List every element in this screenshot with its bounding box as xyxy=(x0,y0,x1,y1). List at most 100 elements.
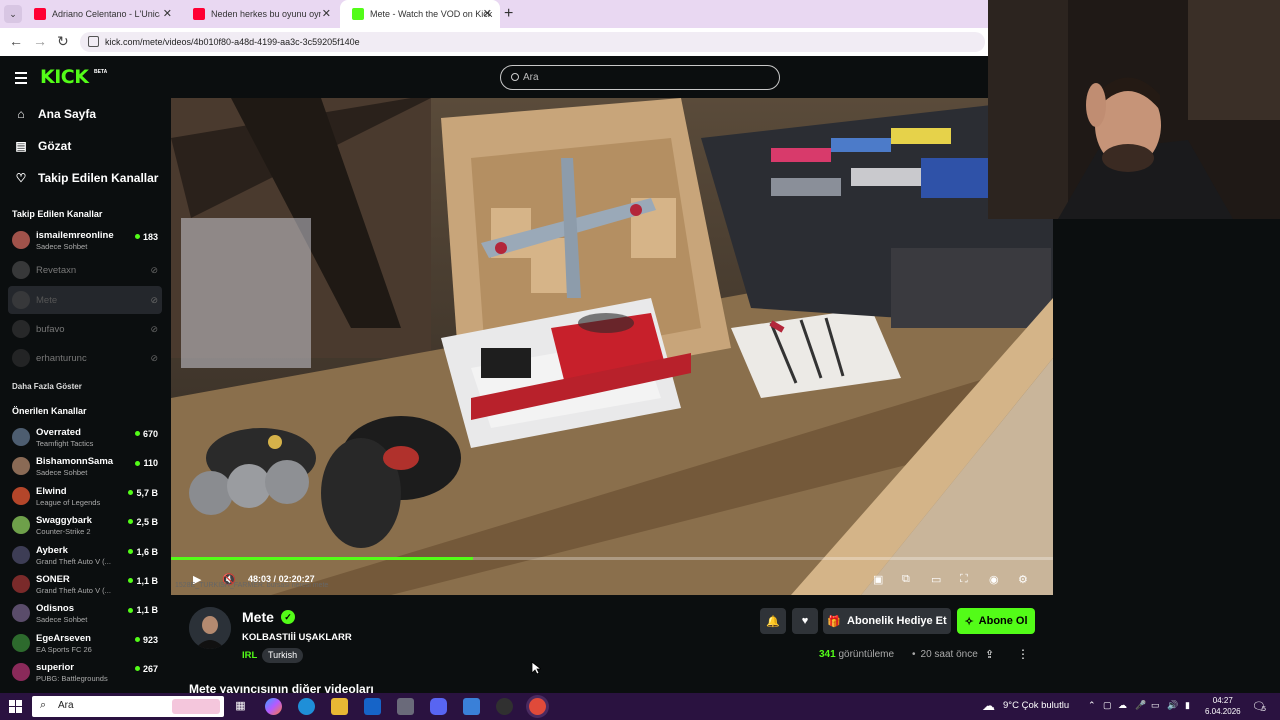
taskbar-clock[interactable]: 04:27 6.04.2026 xyxy=(1205,695,1241,717)
sidebar-channel-recommended[interactable]: BishamonnSama Sadece Sohbet 110 xyxy=(8,452,162,480)
channel-name: Mete xyxy=(36,295,58,306)
nav-following[interactable]: ♡ Takip Edilen Kanallar xyxy=(14,171,159,185)
channel-name: ismailemreonline xyxy=(36,230,114,241)
url-field[interactable]: kick.com/mete/videos/4b010f80-a48d-4199-… xyxy=(80,32,985,52)
more-options-icon[interactable]: ⋮ xyxy=(1017,647,1029,661)
site-header xyxy=(0,56,988,98)
sidebar-channel-mete-selected[interactable]: Mete ⊘ xyxy=(8,286,162,314)
gift-subscription-button[interactable]: 🎁 Abonelik Hediye Et xyxy=(823,608,951,634)
app-icon[interactable] xyxy=(463,698,480,715)
search-input[interactable]: Ara xyxy=(500,65,780,90)
playback-speed-icon[interactable]: ◉ xyxy=(989,573,999,586)
sidebar-channel-ismailemreonline[interactable]: ismailemreonline Sadece Sohbet 183 xyxy=(8,226,162,254)
sidebar-channel-recommended[interactable]: EgeArseven EA Sports FC 26 923 xyxy=(8,629,162,657)
theater-mode-icon[interactable]: ▭ xyxy=(931,573,941,586)
new-tab-plus-icon[interactable]: + xyxy=(504,5,513,23)
share-icon[interactable]: ⇪ xyxy=(985,648,994,661)
menu-hamburger-icon[interactable] xyxy=(15,72,27,87)
sidebar-channel-recommended[interactable]: Ayberk Grand Theft Auto V (... 1,6 B xyxy=(8,541,162,569)
site-info-icon[interactable] xyxy=(88,36,99,47)
video-frame-image xyxy=(171,98,1053,595)
category-link[interactable]: IRL xyxy=(242,650,257,661)
miniplayer-icon[interactable]: ▣ xyxy=(873,573,883,586)
channel-avatar[interactable] xyxy=(189,607,231,649)
taskbar-search-box[interactable]: ⌕ Ara xyxy=(32,696,224,717)
sidebar-channel-bufavo[interactable]: bufavo ⊘ xyxy=(8,315,162,343)
language-tag[interactable]: Turkish xyxy=(262,648,304,663)
sidebar-channel-revetaxn[interactable]: Revetaxn ⊘ xyxy=(8,256,162,284)
search-icon xyxy=(511,73,519,81)
close-tab-icon[interactable]: ✕ xyxy=(322,7,331,20)
video-player[interactable] xyxy=(171,98,1053,595)
viewer-count-text: 670 xyxy=(142,429,158,439)
close-tab-icon[interactable]: ✕ xyxy=(483,7,492,20)
edge-browser-icon[interactable] xyxy=(298,698,315,715)
avatar xyxy=(12,320,30,338)
tray-network-icon[interactable]: ▭ xyxy=(1151,700,1160,711)
browser-tab-2[interactable]: Neden herkes bu oyunu oynam ✕ xyxy=(181,0,339,28)
browser-tab-3-active[interactable]: Mete - Watch the VOD on Kick ✕ xyxy=(340,0,500,28)
settings-gear-icon[interactable]: ⚙ xyxy=(1018,573,1028,586)
sidebar-channel-erhanturunc[interactable]: erhanturunc ⊘ xyxy=(8,344,162,372)
close-tab-icon[interactable]: ✕ xyxy=(163,7,172,20)
channel-name: erhanturunc xyxy=(36,353,87,364)
tray-app-icon[interactable]: ▢ xyxy=(1103,700,1112,711)
sidebar-channel-recommended[interactable]: Swaggybark Counter-Strike 2 2,5 B xyxy=(8,511,162,539)
viewer-count-text: 110 xyxy=(143,458,158,469)
tray-mic-icon[interactable]: 🎤 xyxy=(1135,700,1146,711)
file-explorer-icon[interactable] xyxy=(331,698,348,715)
sidebar-channel-recommended[interactable]: Odisnos Sadece Sohbet 1,1 B xyxy=(8,599,162,627)
avatar xyxy=(12,575,30,593)
tray-battery-icon[interactable]: ▮ xyxy=(1185,700,1190,711)
subscribe-label: Abone Ol xyxy=(978,615,1028,627)
sidebar-channel-recommended[interactable]: SONER Grand Theft Auto V (... 1,1 B xyxy=(8,570,162,598)
tab-list-chevron-icon[interactable]: ⌄ xyxy=(4,5,22,23)
kick-logo[interactable]: KICK xyxy=(40,66,89,88)
live-dot-icon xyxy=(128,519,134,525)
offline-video-off-icon: ⊘ xyxy=(150,265,158,275)
viewer-count: 923 xyxy=(134,635,158,645)
channel-name: SONER xyxy=(36,574,70,585)
reload-icon[interactable]: ↻ xyxy=(57,33,69,50)
windows-start-icon[interactable] xyxy=(9,700,22,713)
nav-label: Takip Edilen Kanallar xyxy=(38,171,159,185)
store-icon[interactable] xyxy=(397,698,414,715)
browser-tab-1[interactable]: Adriano Celentano - L'Unica Ch ✕ xyxy=(22,0,180,28)
outlook-icon[interactable] xyxy=(364,698,381,715)
tray-chevron-up-icon[interactable]: ⌃ xyxy=(1088,700,1096,711)
task-view-icon[interactable]: ▦ xyxy=(232,698,249,715)
notification-bell-button[interactable]: 🔔 xyxy=(760,608,786,634)
nav-home[interactable]: ⌂ Ana Sayfa xyxy=(14,107,96,121)
tray-volume-icon[interactable]: 🔊 xyxy=(1167,700,1178,711)
sidebar-channel-recommended[interactable]: Overrated Teamfight Tactics 670 xyxy=(8,423,162,451)
obs-icon[interactable] xyxy=(496,698,513,715)
live-dot-icon xyxy=(135,460,141,466)
channel-name: Odisnos xyxy=(36,603,75,615)
back-arrow-icon[interactable]: ← xyxy=(9,33,23,49)
fullscreen-icon[interactable]: ⛶ xyxy=(960,573,968,586)
webcam-image xyxy=(988,0,1280,219)
video-progress-bar[interactable] xyxy=(171,557,1053,560)
sidebar-channel-recommended[interactable]: superior PUBG: Battlegrounds 267 xyxy=(8,658,162,686)
channel-category: Grand Theft Auto V (... xyxy=(36,556,111,566)
nav-browse[interactable]: ▤ Gözat xyxy=(14,139,71,153)
follow-heart-button[interactable]: ♥ xyxy=(792,608,818,634)
sidebar-channel-recommended[interactable]: Elwind League of Legends 5,7 B xyxy=(8,482,162,510)
bell-icon: 🔔 xyxy=(766,615,780,628)
channel-name: superior xyxy=(36,662,75,674)
subscribe-button[interactable]: ✧ Abone Ol xyxy=(957,608,1035,634)
copilot-icon[interactable] xyxy=(265,698,282,715)
discord-icon[interactable] xyxy=(430,698,447,715)
clock-time: 04:27 xyxy=(1212,696,1233,705)
viewer-count: 110 xyxy=(135,458,158,468)
chrome-browser-icon[interactable] xyxy=(529,698,546,715)
time-ago-text: 20 saat önce xyxy=(920,649,978,660)
clip-icon[interactable]: ⧉ xyxy=(902,573,910,586)
channel-name[interactable]: Mete xyxy=(242,609,274,625)
show-more-link[interactable]: Daha Fazla Göster xyxy=(12,382,82,391)
tray-cloud-icon[interactable]: ☁ xyxy=(1118,700,1127,711)
recommended-section-title: Önerilen Kanallar xyxy=(12,406,87,416)
forward-arrow-icon[interactable]: → xyxy=(33,33,47,49)
avatar xyxy=(12,261,30,279)
video-progress-fill xyxy=(171,557,473,560)
